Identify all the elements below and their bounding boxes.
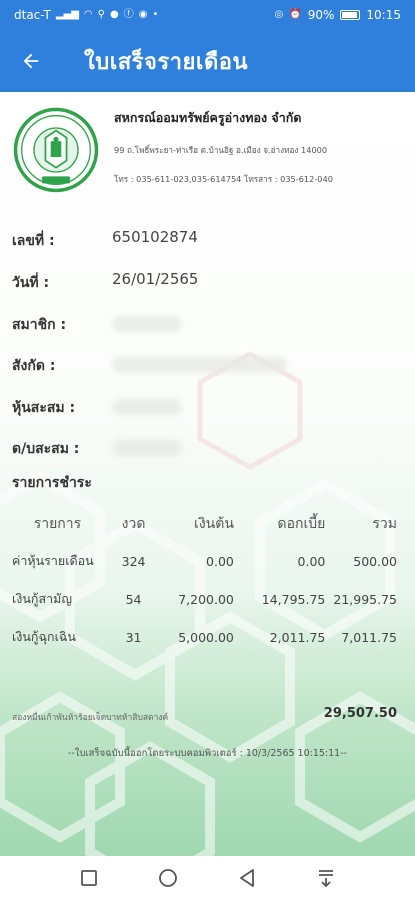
header-principal: เงินต้น: [194, 516, 234, 532]
back-button[interactable]: [0, 30, 62, 92]
row-principal: 7,200.00: [178, 591, 234, 607]
row-period: 31: [125, 629, 142, 645]
row-item: ค่าหุ้นรายเดือน: [12, 553, 94, 568]
arrow-left-icon: [23, 53, 39, 69]
organization-address: 99 ถ.โพธิ์พระยา-ท่าเรือ ต.บ้านอิฐ อ.เมือ…: [114, 145, 328, 155]
organization-header: สหกรณ์ออมทรัพย์ครูอ่างทอง จำกัด 99 ถ.โพธ…: [12, 106, 333, 194]
member-value-redacted: [112, 316, 182, 332]
row-interest: 14,795.75: [261, 591, 326, 607]
interest-value-redacted: [112, 440, 182, 456]
battery-percent: 90%: [307, 8, 335, 22]
payments-table: รายการ งวด เงินต้น ดอกเบี้ย รวม ค่าหุ้นร…: [0, 506, 415, 656]
affiliation-label: สังกัด :: [12, 358, 56, 374]
alarm-icon: ⏰: [289, 9, 302, 20]
row-interest: 0.00: [297, 553, 326, 569]
system-navigation-bar: [0, 856, 415, 900]
page-title: ใบเสร็จรายเดือน: [84, 49, 248, 75]
battery-icon: [340, 10, 361, 20]
row-principal: 0.00: [206, 553, 234, 569]
organization-name: สหกรณ์ออมทรัพย์ครูอ่างทอง จำกัด: [114, 110, 302, 125]
total-amount-text: สองหมื่นเก้าพันห้าร้อยเจ็ดบาทห้าสิบสตางค…: [12, 713, 169, 723]
computer-generated-note: --ใบเสร็จฉบับนี้ออกโดยระบบคอมพิวเตอร์ : …: [67, 748, 348, 759]
header-item: รายการ: [33, 516, 82, 532]
table-row: ค่าหุ้นรายเดือน 324 0.00 0.00 500.00: [0, 542, 415, 580]
receipt-number-value: 650102874: [112, 228, 198, 246]
table-row: เงินกู้สามัญ 54 7,200.00 14,795.75 21,99…: [0, 580, 415, 618]
cooperative-logo: [13, 107, 99, 193]
circle-icon: [159, 869, 178, 887]
back-nav-button[interactable]: [227, 858, 267, 898]
payments-title: รายการชำระ: [12, 475, 92, 491]
receipt-content: สหกรณ์ออมทรัพย์ครูอ่างทอง จำกัด 99 ถ.โพธ…: [0, 92, 415, 856]
table-header-row: รายการ งวด เงินต้น ดอกเบี้ย รวม: [0, 506, 415, 542]
carrier-label: dtac-T: [14, 8, 51, 22]
header-interest: ดอกเบี้ย: [277, 516, 326, 532]
row-item: เงินกู้ฉุกเฉิน: [12, 629, 76, 644]
square-icon: [81, 870, 98, 886]
table-row: เงินกู้ฉุกเฉิน 31 5,000.00 2,011.75 7,01…: [0, 618, 415, 656]
status-bar: dtac-T ▂▄▆ ◠ ⚲ ● ⓕ ◉ • ◎ ⏰ 90% 10:15: [0, 0, 415, 30]
row-principal: 5,000.00: [178, 629, 234, 645]
facebook-icon: ⓕ: [123, 9, 134, 20]
interest-label: ด/บสะสม :: [12, 441, 80, 457]
eye-comfort-icon: ◎: [274, 9, 284, 20]
usb-icon: ⚲: [97, 9, 105, 20]
more-icon: •: [152, 9, 159, 20]
row-period: 324: [121, 553, 146, 569]
row-item: เงินกู้สามัญ: [12, 591, 73, 606]
line-icon: ◉: [138, 9, 148, 20]
app-bar: ใบเสร็จรายเดือน: [0, 30, 415, 92]
shares-value-redacted: [112, 399, 182, 415]
notification-icon: ●: [109, 9, 119, 20]
clock: 10:15: [366, 8, 401, 22]
header-period: งวด: [121, 516, 146, 532]
recent-apps-button[interactable]: [69, 858, 109, 898]
total-amount-value: 29,507.50: [323, 706, 397, 721]
pull-down-icon: [318, 870, 333, 888]
row-interest: 2,011.75: [269, 629, 326, 645]
receipt-date-label: วันที่ :: [12, 275, 50, 291]
row-period: 54: [125, 591, 142, 607]
organization-phones: โทร : 035-611-023,035-614754 โทรสาร : 03…: [114, 174, 333, 184]
home-button[interactable]: [148, 858, 188, 898]
receipt-date-value: 26/01/2565: [112, 270, 199, 288]
shares-label: หุ้นสะสม :: [12, 400, 76, 416]
row-total: 7,011.75: [341, 629, 397, 645]
header-total: รวม: [372, 516, 397, 532]
row-total: 21,995.75: [333, 591, 397, 607]
signal-icon: ▂▄▆: [55, 9, 79, 20]
affiliation-value-redacted: [112, 357, 287, 373]
member-label: สมาชิก :: [12, 317, 67, 333]
receipt-number-label: เลขที่ :: [12, 233, 55, 249]
triangle-back-icon: [239, 869, 254, 887]
row-total: 500.00: [353, 553, 397, 569]
wifi-icon: ◠: [83, 9, 93, 20]
notification-pull-button[interactable]: [306, 858, 346, 898]
